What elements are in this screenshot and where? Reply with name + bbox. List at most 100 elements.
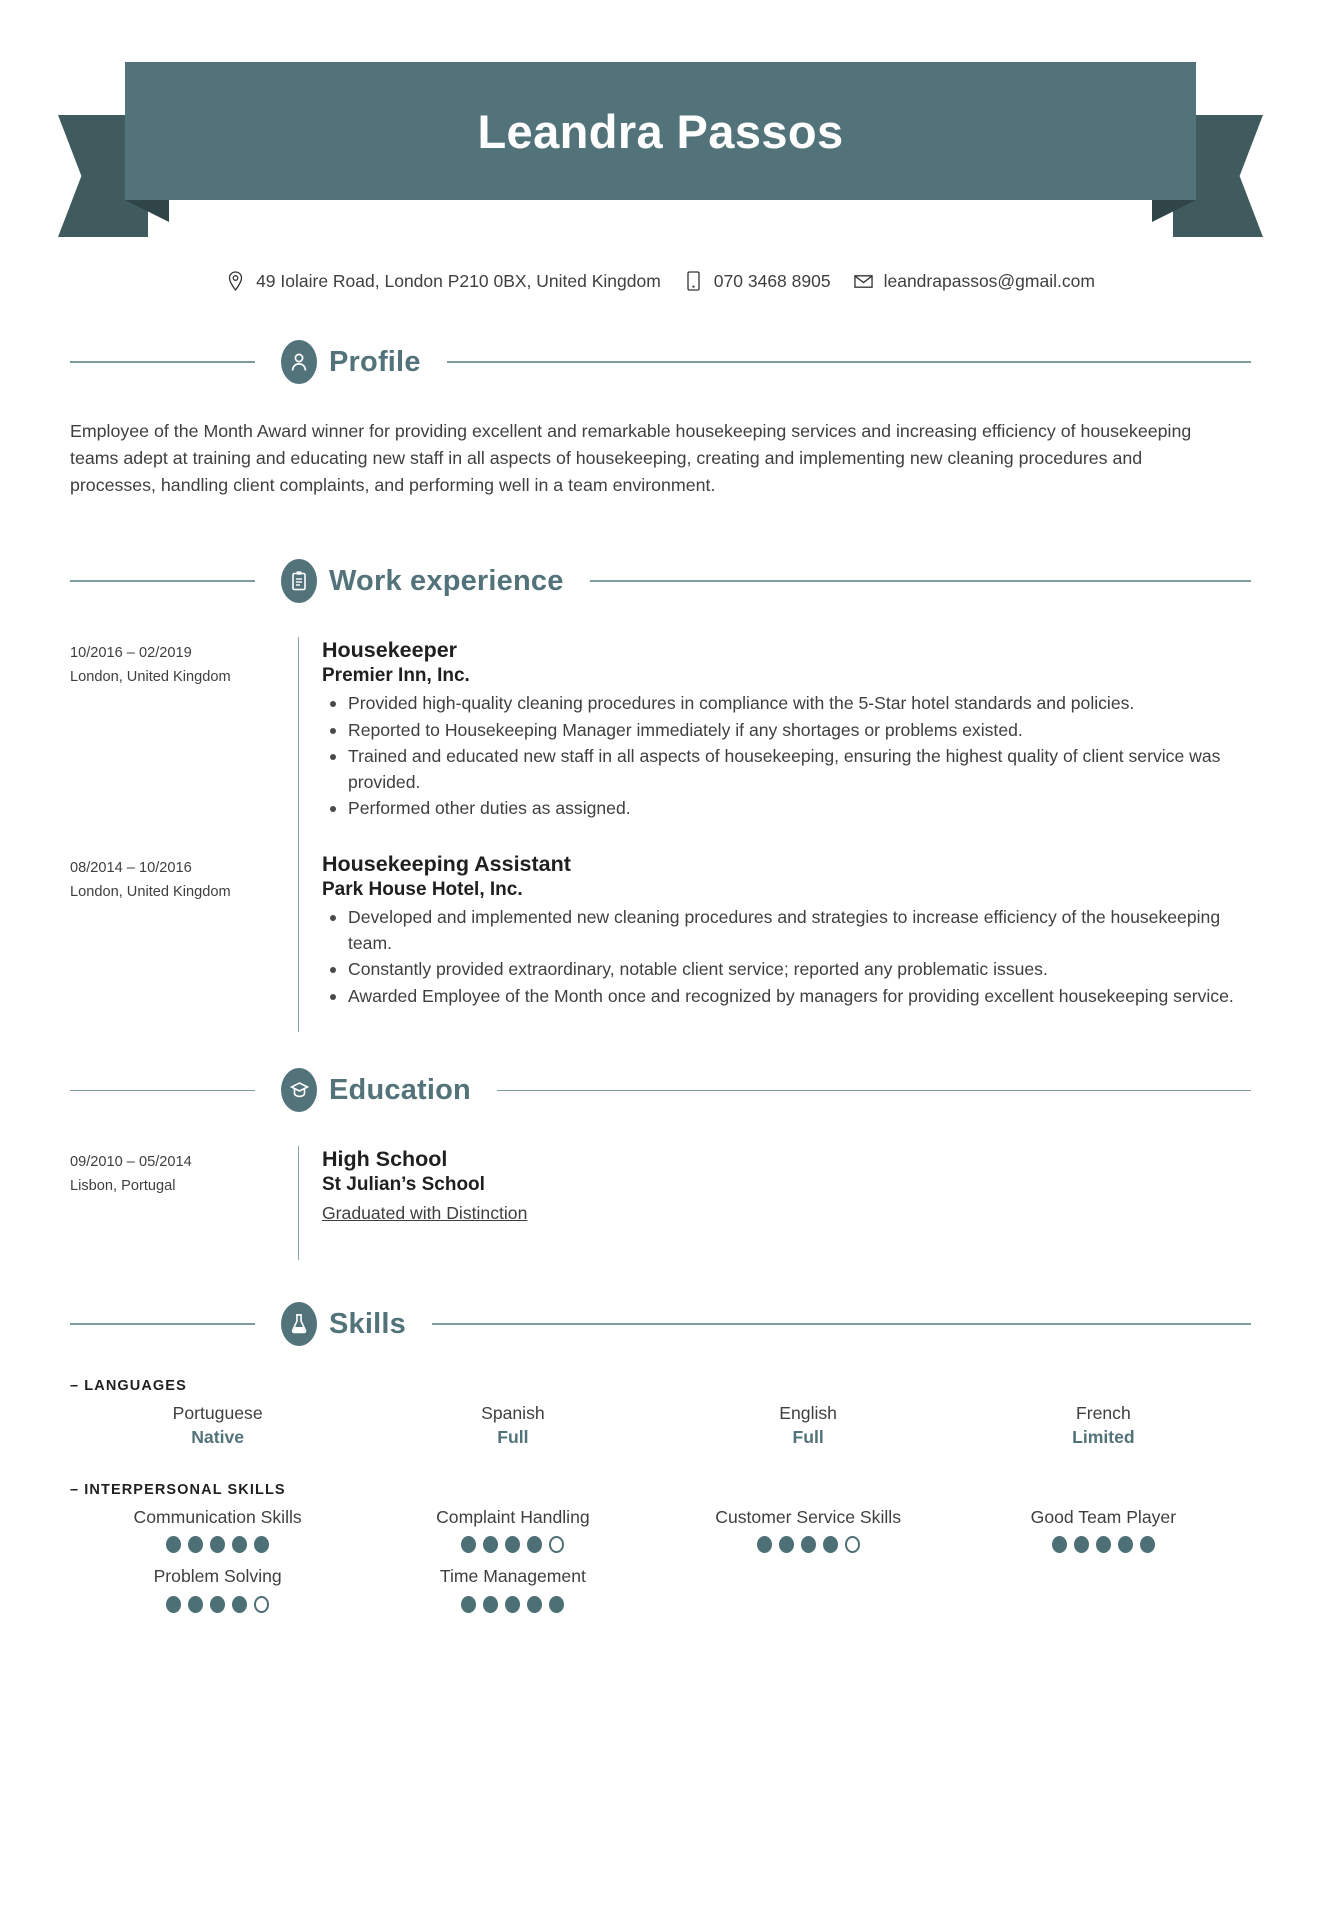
graduation-cap-icon [281, 1068, 317, 1113]
rating-dot-filled [210, 1536, 226, 1554]
rating-dot-filled [232, 1596, 248, 1614]
skill-item: Customer Service Skills [661, 1504, 956, 1564]
skill-item: Communication Skills [70, 1504, 365, 1564]
envelope-icon [853, 270, 873, 292]
rating-dot-filled [505, 1536, 521, 1554]
skill-rating-dots [665, 1536, 952, 1554]
education-entry-note: Graduated with Distinction [322, 1202, 528, 1223]
interpersonal-skills-grid: Communication Skills Complaint Handling … [70, 1504, 1251, 1624]
skill-name: Good Team Player [1030, 1506, 1177, 1527]
rating-dot-filled [1051, 1536, 1067, 1554]
language-level: Full [497, 1426, 529, 1447]
work-entry-company: Premier Inn, Inc. [322, 664, 470, 686]
rating-dot-filled [1073, 1536, 1089, 1554]
rating-dot-filled [778, 1536, 794, 1554]
language-item: Portuguese Native [70, 1400, 365, 1460]
work-entry: 10/2016 – 02/2019 London, United Kingdom… [70, 637, 1251, 829]
education-entry-meta: 09/2010 – 05/2014 Lisbon, Portugal [70, 1146, 298, 1260]
skill-item: Problem Solving [70, 1563, 365, 1623]
work-entry-company: Park House Hotel, Inc. [322, 878, 523, 900]
rating-dot-empty [549, 1536, 565, 1554]
work-entry: 08/2014 – 10/2016 London, United Kingdom… [70, 828, 1251, 1033]
skill-name: Communication Skills [133, 1506, 302, 1527]
education-entry-title: High School [322, 1147, 448, 1172]
rating-dot-filled [756, 1536, 772, 1554]
section-rule-left [70, 1323, 255, 1325]
education-entry-dates: 09/2010 – 05/2014 [70, 1154, 192, 1171]
work-entry-body: Housekeeping Assistant Park House Hotel,… [298, 828, 1251, 1033]
skill-item: Complaint Handling [365, 1504, 660, 1564]
language-level: Limited [1072, 1426, 1135, 1447]
rating-dot-filled [800, 1536, 816, 1554]
rating-dot-filled [505, 1596, 521, 1614]
person-icon [281, 340, 317, 384]
profile-summary: Employee of the Month Award winner for p… [70, 421, 1192, 496]
work-entry-meta: 08/2014 – 10/2016 London, United Kingdom [70, 829, 298, 1032]
skill-item: Good Team Player [956, 1504, 1251, 1564]
rating-dot-filled [166, 1536, 182, 1554]
rating-dot-filled [483, 1596, 499, 1614]
skill-rating-dots [74, 1596, 361, 1614]
mobile-phone-icon [684, 270, 703, 292]
section-title-skills: Skills [329, 1307, 406, 1340]
section-rule-left [70, 580, 255, 582]
list-item: Constantly provided extraordinary, notab… [322, 957, 1251, 983]
section-rule-right [589, 580, 1251, 582]
skills-subheader-interpersonal: – INTERPERSONAL SKILLS [70, 1481, 286, 1498]
list-item: Developed and implemented new cleaning p… [322, 905, 1251, 956]
contact-email-text: leandrapassos@gmail.com [883, 270, 1095, 291]
section-header-work-experience: Work experience [70, 559, 1251, 604]
contact-address: 49 Iolaire Road, London P210 0BX, United… [226, 270, 661, 292]
header-banner: Leandra Passos [0, 48, 1321, 248]
list-item: Awarded Employee of the Month once and r… [322, 984, 1251, 1010]
rating-dot-filled [527, 1536, 543, 1554]
languages-grid: Portuguese Native Spanish Full English F… [70, 1400, 1251, 1460]
language-name: Portuguese [172, 1403, 263, 1424]
language-name: Spanish [481, 1403, 545, 1424]
language-item: English Full [661, 1400, 956, 1460]
work-entry-title: Housekeeper [322, 638, 458, 663]
contact-email: leandrapassos@gmail.com [853, 270, 1095, 292]
language-level: Native [191, 1426, 245, 1447]
section-header-education: Education [70, 1068, 1251, 1113]
rating-dot-filled [210, 1596, 226, 1614]
education-entry-body: High School St Julian’s School Graduated… [298, 1146, 1251, 1261]
language-item: Spanish Full [365, 1400, 660, 1460]
work-entry-bullets: Developed and implemented new cleaning p… [322, 905, 1251, 1009]
section-header-profile: Profile [70, 340, 1251, 384]
location-pin-icon [226, 270, 245, 292]
rating-dot-empty [254, 1596, 270, 1614]
section-title-education: Education [329, 1073, 471, 1106]
contact-address-text: 49 Iolaire Road, London P210 0BX, United… [256, 270, 661, 291]
rating-dot-filled [527, 1596, 543, 1614]
language-level: Full [792, 1426, 824, 1447]
language-item: French Limited [956, 1400, 1251, 1460]
skill-rating-dots [74, 1536, 361, 1554]
list-item: Provided high-quality cleaning procedure… [322, 691, 1251, 717]
rating-dot-filled [188, 1596, 204, 1614]
work-entry-title: Housekeeping Assistant [322, 851, 571, 876]
education-entry: 09/2010 – 05/2014 Lisbon, Portugal High … [70, 1146, 1251, 1261]
rating-dot-filled [1117, 1536, 1133, 1554]
work-entry-bullets: Provided high-quality cleaning procedure… [322, 691, 1251, 822]
section-rule-left [70, 361, 255, 363]
skill-rating-dots [960, 1536, 1247, 1554]
rating-dot-filled [232, 1536, 248, 1554]
rating-dot-filled [549, 1596, 565, 1614]
work-entry-meta: 10/2016 – 02/2019 London, United Kingdom [70, 637, 298, 829]
contact-phone-text: 070 3468 8905 [713, 270, 831, 291]
flask-icon [281, 1302, 317, 1347]
rating-dot-filled [254, 1536, 270, 1554]
rating-dot-filled [1095, 1536, 1111, 1554]
rating-dot-filled [461, 1536, 477, 1554]
ribbon-banner: Leandra Passos [125, 62, 1196, 200]
work-entry-location: London, United Kingdom [70, 883, 231, 900]
list-item: Trained and educated new staff in all as… [322, 744, 1251, 795]
section-rule-right [446, 361, 1251, 363]
rating-dot-filled [166, 1596, 182, 1614]
section-header-skills: Skills [70, 1302, 1251, 1347]
education-entry-school: St Julian’s School [322, 1173, 485, 1195]
skills-subheader-languages: – LANGUAGES [70, 1378, 187, 1395]
language-name: English [779, 1403, 837, 1424]
rating-dot-empty [844, 1536, 860, 1554]
